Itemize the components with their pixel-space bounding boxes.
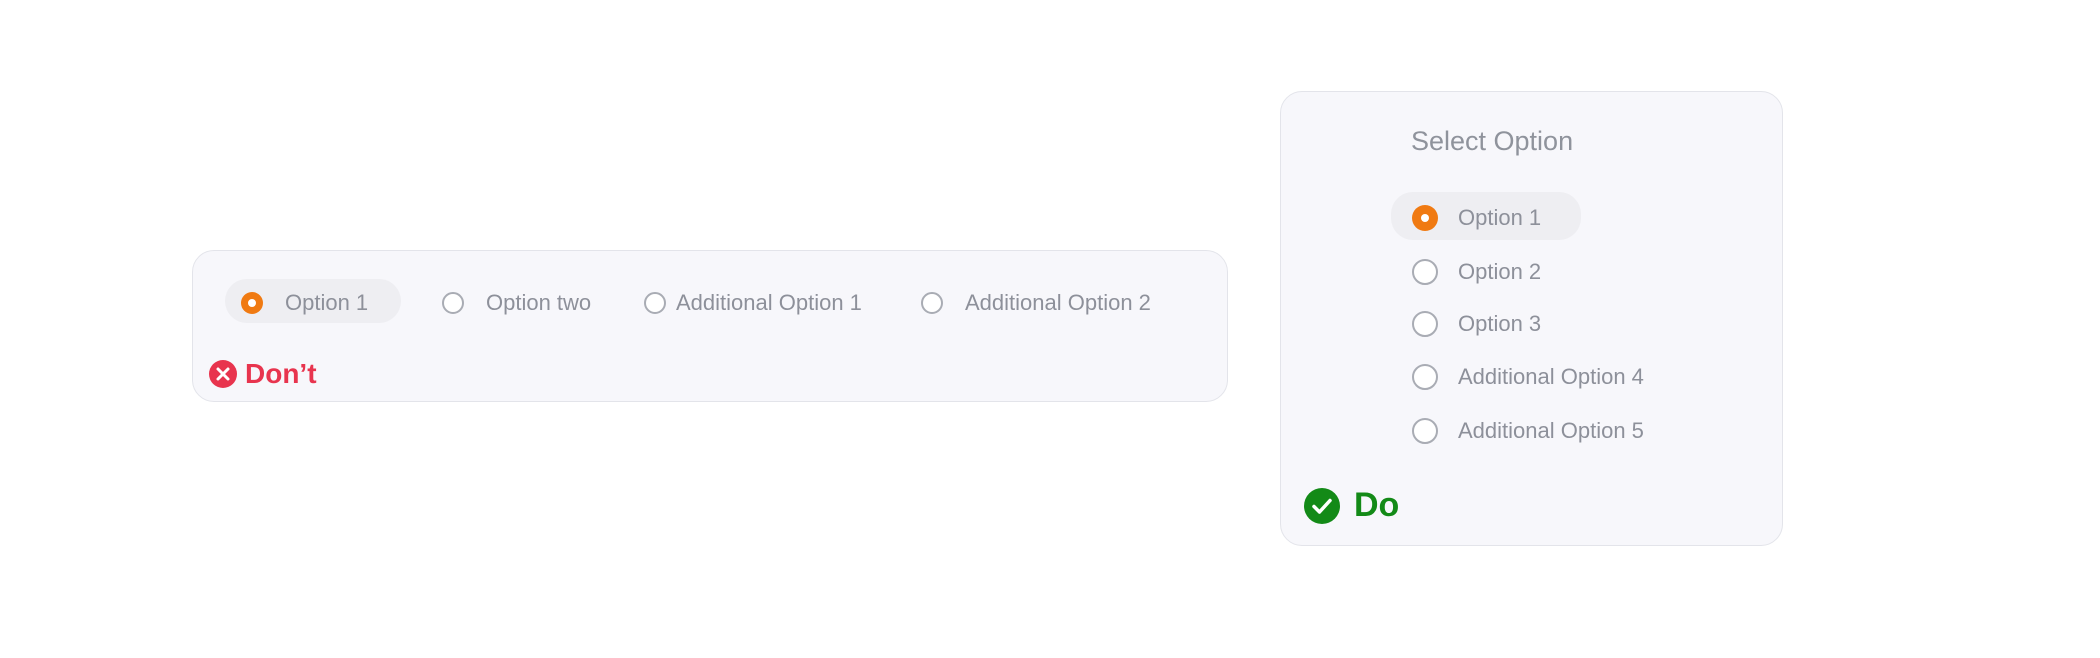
radio-option[interactable]: Additional Option 4 bbox=[1412, 364, 1644, 390]
dont-verdict: Don’t bbox=[209, 358, 317, 390]
radio-button-selected[interactable] bbox=[1412, 205, 1438, 231]
radio-option[interactable]: Option 2 bbox=[1412, 259, 1541, 285]
radio-option-label: Option 3 bbox=[1458, 311, 1542, 336]
radio-option[interactable]: Additional Option 2 bbox=[921, 290, 1151, 316]
radio-option[interactable]: Option 3 bbox=[1412, 311, 1541, 337]
radio-button[interactable] bbox=[1412, 311, 1438, 337]
do-verdict: Do bbox=[1304, 486, 1399, 525]
radio-option[interactable]: Additional Option 5 bbox=[1412, 418, 1644, 444]
radio-button[interactable] bbox=[921, 292, 943, 314]
radio-option-label: Additional Option 5 bbox=[1458, 418, 1644, 443]
radio-button[interactable] bbox=[1412, 364, 1438, 390]
radio-option[interactable]: Option two bbox=[442, 290, 591, 316]
radio-option-label: Option 1 bbox=[285, 290, 369, 315]
dont-label: Don’t bbox=[245, 358, 317, 389]
radio-button[interactable] bbox=[1412, 259, 1438, 285]
radio-option-label: Option 2 bbox=[1458, 259, 1542, 284]
radio-option[interactable]: Option 1 bbox=[1412, 205, 1541, 231]
radio-option-label: Option two bbox=[486, 290, 592, 315]
x-circle-icon bbox=[209, 360, 237, 388]
radio-option-label: Option 1 bbox=[1458, 205, 1542, 230]
radio-option[interactable]: Option 1 bbox=[241, 290, 368, 316]
radio-button[interactable] bbox=[442, 292, 464, 314]
group-title: Select Option bbox=[1411, 126, 1574, 156]
radio-button[interactable] bbox=[1412, 418, 1438, 444]
dont-example-card: Option 1 Option two Additional Option 1 … bbox=[192, 250, 1228, 402]
radio-option[interactable]: Additional Option 1 bbox=[644, 290, 862, 316]
radio-option-label: Additional Option 2 bbox=[965, 290, 1151, 315]
radio-option-label: Additional Option 4 bbox=[1458, 364, 1644, 389]
do-example-card: Select Option Option 1 Option 2 Option 3… bbox=[1280, 91, 1783, 546]
check-circle-icon bbox=[1304, 487, 1340, 524]
radio-option-label: Additional Option 1 bbox=[676, 290, 862, 315]
do-label: Do bbox=[1354, 486, 1400, 524]
radio-button-selected[interactable] bbox=[241, 292, 263, 314]
radio-button[interactable] bbox=[644, 292, 666, 314]
